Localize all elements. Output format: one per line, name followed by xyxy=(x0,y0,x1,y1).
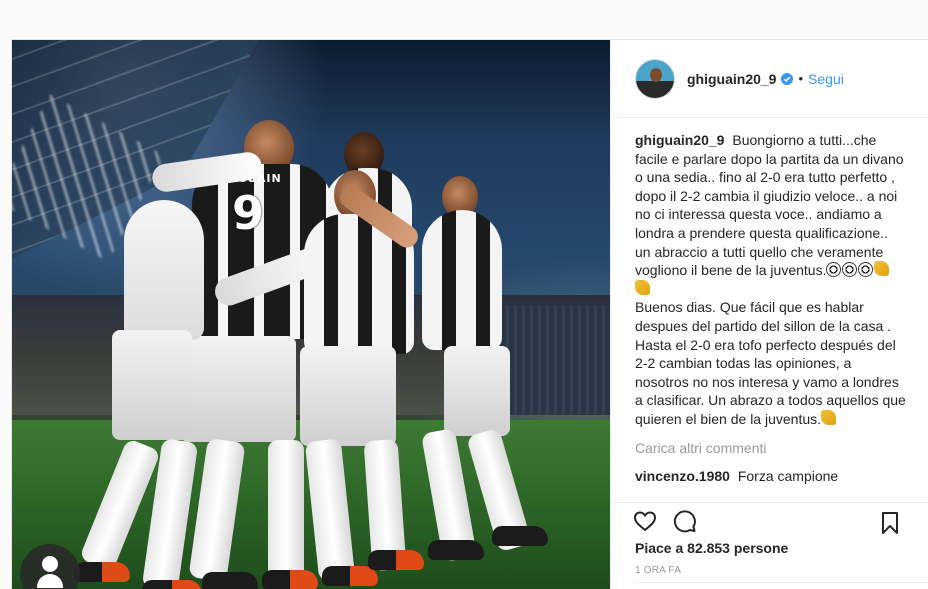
post-photo[interactable]: HIGUAIN 9 xyxy=(12,40,610,589)
flexed-biceps-icon xyxy=(635,279,650,295)
player-shorts xyxy=(444,346,510,436)
player-boot xyxy=(492,526,548,546)
comment-item: vincenzo.1980 Forza campione rompiamoci … xyxy=(635,467,906,487)
follow-button[interactable]: Segui xyxy=(808,71,844,87)
player-shirt xyxy=(422,210,502,350)
players-celebrating: HIGUAIN 9 xyxy=(72,110,552,589)
soccer-ball-icon xyxy=(826,262,842,278)
likes-count[interactable]: Piace a 82.853 persone xyxy=(635,540,788,556)
player-boot xyxy=(262,570,318,589)
post-timestamp[interactable]: 1 ORA FA xyxy=(635,565,681,576)
soccer-ball-icon xyxy=(842,262,858,278)
header-separator: • xyxy=(798,71,804,86)
person-body-shape xyxy=(37,574,63,588)
player-boot xyxy=(142,580,202,589)
caption-spanish: Buenos dias. Que fácil que es hablar des… xyxy=(635,279,906,429)
instagram-post: HIGUAIN 9 xyxy=(11,39,928,589)
player-leg xyxy=(188,438,246,582)
jersey-number: 9 xyxy=(232,186,265,240)
player-boot xyxy=(368,550,424,570)
player-shorts xyxy=(180,336,296,442)
post-header: ghiguain20_9 • Segui xyxy=(611,40,928,118)
verified-badge-icon xyxy=(781,72,794,85)
caption-text-italian: Buongiorno a tutti...che facile e parlar… xyxy=(635,132,904,279)
player-leg xyxy=(268,440,304,580)
load-more-comments-link[interactable]: Carica altri commenti xyxy=(635,439,906,458)
flexed-biceps-icon xyxy=(821,409,837,425)
player-leg xyxy=(304,438,356,582)
player-boot xyxy=(428,540,484,560)
player-boot xyxy=(74,562,130,582)
caption: ghiguain20_9 Buongiorno a tutti...che fa… xyxy=(635,131,906,280)
comments-section: ghiguain20_9 Buongiorno a tutti...che fa… xyxy=(611,119,928,487)
bookmark-icon[interactable] xyxy=(880,512,916,537)
heart-icon[interactable] xyxy=(633,509,673,536)
comment-icon[interactable] xyxy=(673,509,713,536)
player-shirt xyxy=(124,200,204,340)
person-head-shape xyxy=(42,556,58,572)
comment-author[interactable]: vincenzo.1980 xyxy=(635,468,734,484)
flexed-biceps-icon xyxy=(874,261,890,277)
profile-avatar[interactable] xyxy=(635,58,675,99)
player-boot xyxy=(322,566,378,586)
post-actions-bar xyxy=(611,502,928,542)
player-shorts xyxy=(112,330,192,440)
player-boot xyxy=(202,572,258,589)
caption-text-spanish: Buenos dias. Que fácil que es hablar des… xyxy=(635,299,906,427)
header-username[interactable]: ghiguain20_9 xyxy=(687,71,776,87)
divider xyxy=(635,582,928,583)
soccer-ball-icon xyxy=(858,262,874,278)
post-side-panel: ghiguain20_9 • Segui ghiguain20_9 Buongi… xyxy=(610,40,928,589)
player-shorts xyxy=(300,346,396,446)
caption-author[interactable]: ghiguain20_9 xyxy=(635,132,728,148)
